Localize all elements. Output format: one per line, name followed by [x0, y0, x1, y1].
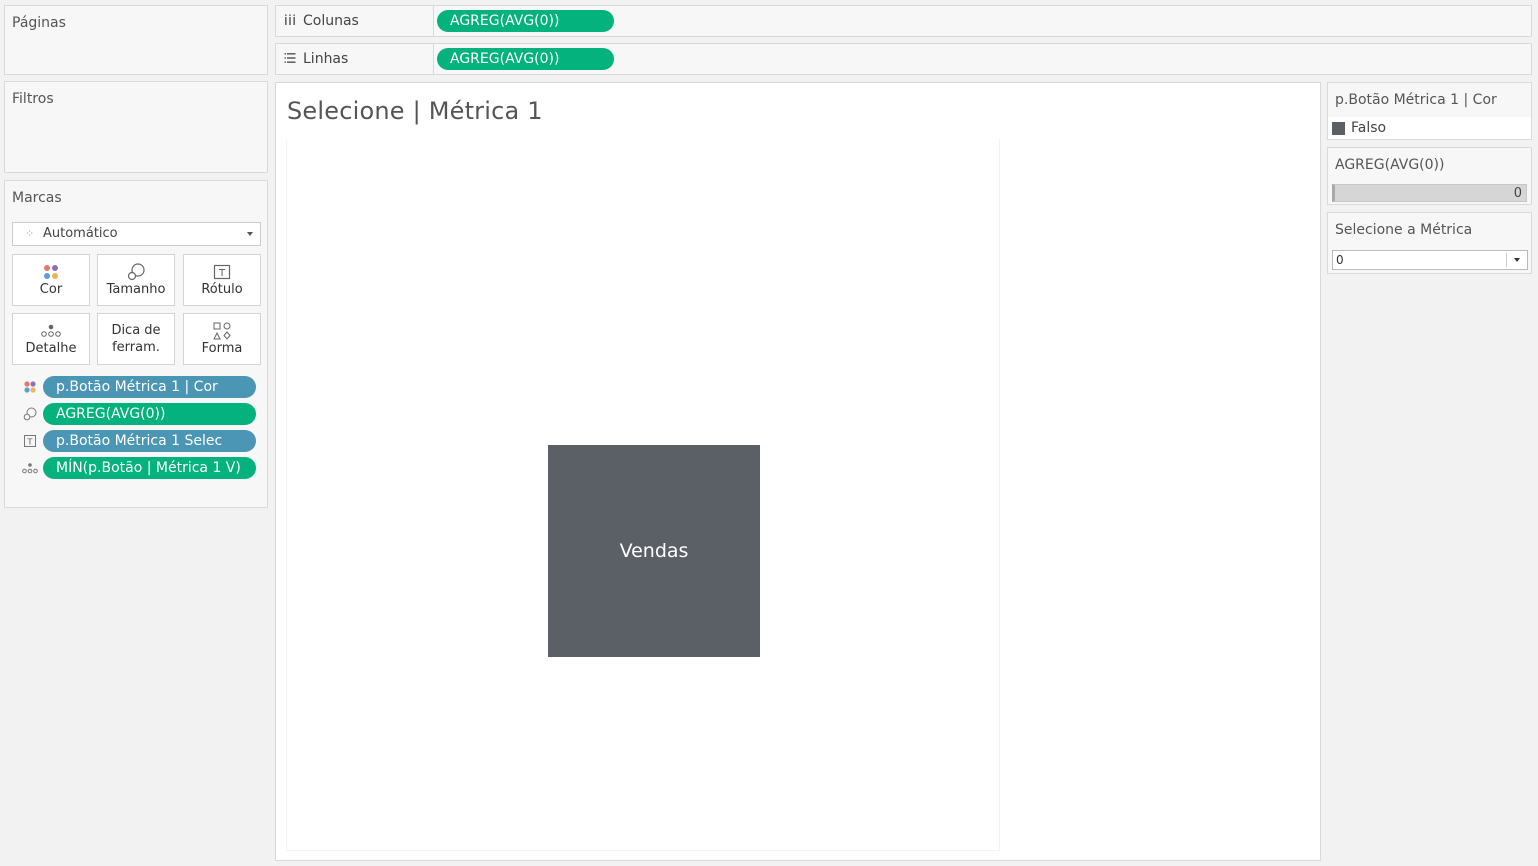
svg-text:T: T: [27, 438, 33, 447]
color-dots-icon: [13, 263, 89, 281]
tooltip-button-label: Dica de ferram.: [111, 323, 161, 355]
marks-card: Marcas ⁘ Automático Cor Tamanho T Rótulo…: [4, 180, 268, 508]
pages-card[interactable]: Páginas: [4, 5, 268, 75]
rows-pill[interactable]: AGREG(AVG(0)): [437, 48, 614, 70]
plot-area[interactable]: Vendas: [286, 139, 1000, 851]
color-legend-title: p.Botão Métrica 1 | Cor: [1335, 92, 1497, 108]
marks-title: Marcas: [12, 190, 62, 206]
legend-swatch: [1332, 121, 1345, 135]
mark-type-dropdown[interactable]: ⁘ Automático: [12, 222, 261, 246]
size-icon: [98, 263, 174, 281]
legend-item-label: Falso: [1351, 120, 1387, 136]
detail-dots-icon: [13, 322, 89, 340]
chevron-down-icon: [247, 232, 253, 236]
label-button[interactable]: T Rótulo: [183, 254, 261, 306]
size-legend[interactable]: AGREG(AVG(0)) 0: [1327, 147, 1532, 205]
rows-shelf-label: Linhas: [276, 44, 434, 74]
filters-title: Filtros: [12, 91, 54, 107]
size-button-label: Tamanho: [106, 282, 166, 297]
text-label-icon: T: [184, 263, 260, 281]
size-legend-value: 0: [1513, 186, 1522, 201]
label-button-label: Rótulo: [201, 282, 243, 297]
marks-field-pill[interactable]: AGREG(AVG(0)): [43, 403, 256, 425]
parameter-title: Selecione a Métrica: [1335, 222, 1473, 238]
columns-pill[interactable]: AGREG(AVG(0)): [437, 10, 614, 32]
columns-shelf-label: Colunas: [276, 6, 434, 36]
color-button[interactable]: Cor: [12, 254, 90, 306]
color-button-label: Cor: [39, 282, 63, 297]
parameter-control: Selecione a Métrica 0: [1327, 212, 1532, 274]
shapes-icon: [184, 322, 260, 340]
automatic-mark-icon: ⁘: [25, 227, 35, 240]
tooltip-button[interactable]: Dica de ferram.: [97, 313, 175, 365]
parameter-select[interactable]: 0: [1332, 250, 1528, 270]
worksheet-canvas[interactable]: Selecione | Métrica 1 Vendas: [275, 82, 1321, 861]
columns-icon: [283, 14, 297, 29]
detail-dots-icon: [22, 460, 38, 476]
shape-button[interactable]: Forma: [183, 313, 261, 365]
legend-item[interactable]: Falso: [1328, 117, 1531, 139]
size-legend-bar: 0: [1332, 184, 1527, 202]
marks-field-pill[interactable]: p.Botão Métrica 1 | Cor: [43, 376, 256, 398]
sheet-title[interactable]: Selecione | Métrica 1: [287, 97, 543, 125]
rows-icon: [283, 52, 297, 67]
size-legend-title: AGREG(AVG(0)): [1335, 157, 1445, 173]
select-divider: [1506, 253, 1507, 267]
mark-label: Vendas: [619, 540, 689, 562]
columns-label-text: Colunas: [303, 13, 359, 29]
square-mark[interactable]: Vendas: [548, 445, 760, 657]
size-button[interactable]: Tamanho: [97, 254, 175, 306]
marks-field-pill[interactable]: p.Botão Métrica 1 Selec: [43, 430, 256, 452]
chevron-down-icon: [1514, 258, 1520, 262]
marks-field-pill[interactable]: MÍN(p.Botão | Métrica 1 V): [43, 457, 256, 479]
filters-card[interactable]: Filtros: [4, 81, 268, 173]
rows-label-text: Linhas: [303, 51, 349, 67]
detail-button[interactable]: Detalhe: [12, 313, 90, 365]
rows-shelf[interactable]: Linhas AGREG(AVG(0)): [275, 43, 1532, 75]
shape-button-label: Forma: [201, 341, 243, 356]
color-legend[interactable]: p.Botão Métrica 1 | Cor Falso: [1327, 82, 1532, 140]
parameter-value: 0: [1336, 253, 1344, 267]
color-dots-icon: [22, 379, 38, 395]
size-icon: [22, 406, 38, 422]
columns-shelf[interactable]: Colunas AGREG(AVG(0)): [275, 5, 1532, 37]
pages-title: Páginas: [12, 15, 66, 31]
mark-type-value: Automático: [43, 226, 118, 241]
svg-text:T: T: [218, 268, 226, 279]
text-label-icon: T: [22, 433, 38, 449]
detail-button-label: Detalhe: [25, 341, 77, 356]
